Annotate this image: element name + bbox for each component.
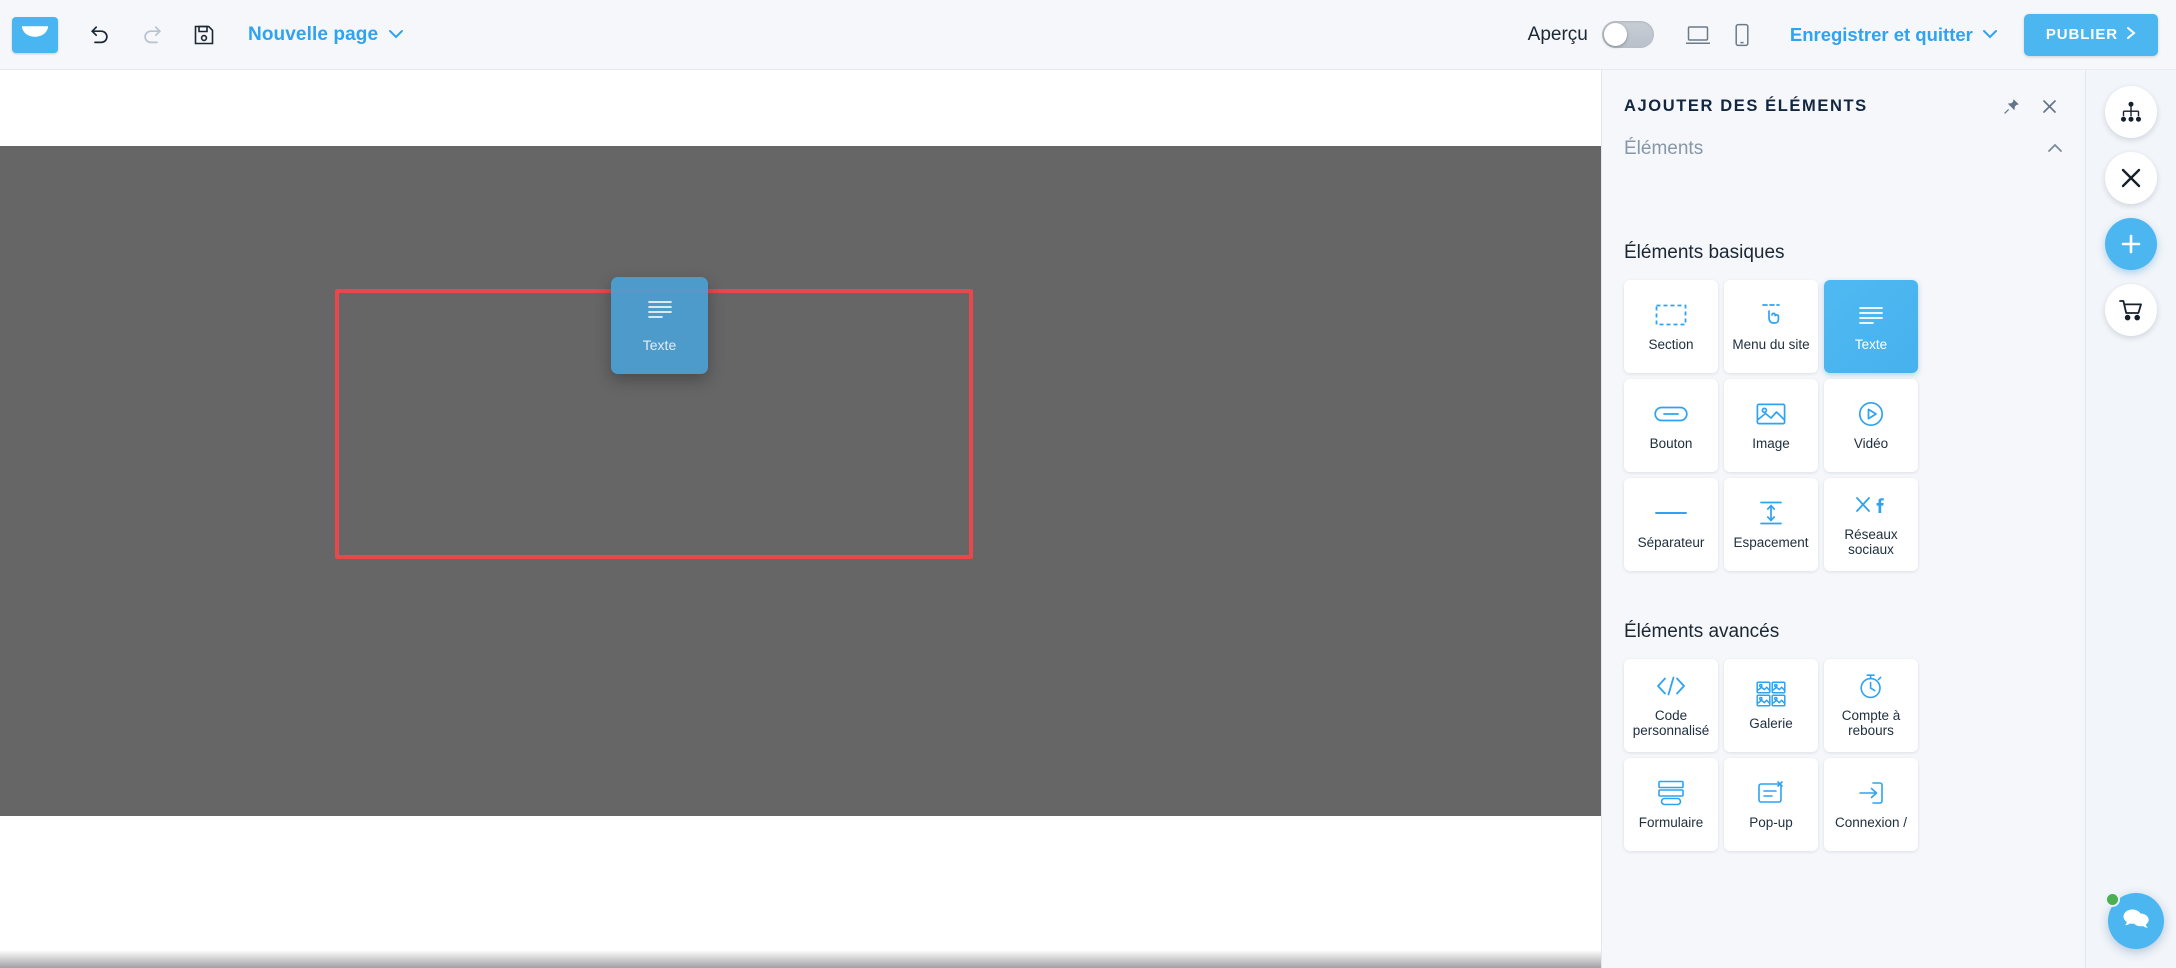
element-tile-connexion[interactable]: Connexion / [1824, 758, 1918, 851]
element-tile-section[interactable]: Section [1624, 280, 1718, 373]
element-tile-label: Formulaire [1638, 814, 1704, 830]
elements-grid-basic: Section Menu du site Texte Bouton Image … [1602, 264, 2085, 571]
chevron-up-icon [2047, 140, 2063, 158]
group-title-advanced: Éléments avancés [1624, 621, 1780, 642]
element-tile-label: Menu du site [1732, 336, 1810, 352]
stopwatch-icon [1857, 673, 1885, 699]
element-tile-label: Compte à rebours [1841, 708, 1901, 738]
panel-header: AJOUTER DES ÉLÉMENTS [1602, 70, 2085, 116]
panel-header-actions [2001, 96, 2063, 116]
floppy-save-icon[interactable] [180, 11, 228, 59]
panel-title: AJOUTER DES ÉLÉMENTS [1624, 96, 1868, 115]
cart-icon[interactable] [2105, 284, 2157, 336]
canvas-site-header [0, 70, 1601, 146]
element-tile-texte[interactable]: Texte [1824, 280, 1918, 373]
pin-icon[interactable] [2001, 96, 2021, 116]
dragged-text-element-ghost[interactable]: Texte [611, 277, 708, 374]
sitemap-icon[interactable] [2105, 86, 2157, 138]
preview-toggle[interactable] [1601, 21, 1654, 48]
text-lines-icon [646, 298, 674, 325]
elements-grid-advanced: Code personnalisé Galerie Compte à rebou… [1602, 643, 2085, 851]
element-tile-label: Espacement [1733, 534, 1809, 550]
element-tile-site-menu[interactable]: Menu du site [1724, 280, 1818, 373]
mobile-icon[interactable] [1720, 13, 1764, 57]
group-title-basic: Éléments basiques [1624, 242, 1785, 263]
canvas-white-band [0, 816, 1601, 966]
horizontal-line-icon [1654, 500, 1688, 526]
publish-label: PUBLIER [2045, 26, 2118, 43]
chat-bubbles-icon [2121, 906, 2151, 937]
mailchimp-envelope-logo[interactable] [12, 16, 58, 53]
top-toolbar: Nouvelle page Aperçu Enregistrer et quit… [0, 0, 2176, 70]
page-name-label: Nouvelle page [248, 23, 379, 45]
social-networks-icon [1854, 492, 1888, 518]
element-tile-label: Texte [1854, 336, 1888, 352]
chevron-down-icon [1982, 26, 1998, 44]
close-x-icon[interactable] [2105, 152, 2157, 204]
element-tile-label: Pop-up [1749, 814, 1793, 830]
close-icon[interactable] [2039, 96, 2059, 116]
redo-icon[interactable] [128, 11, 176, 59]
elements-accordion-header[interactable]: Éléments [1602, 116, 2085, 160]
form-icon [1656, 780, 1686, 806]
element-tile-label: Connexion / [1834, 814, 1908, 830]
element-tile-popup[interactable]: Pop-up [1724, 758, 1818, 851]
element-tile-galerie[interactable]: Galerie [1724, 659, 1818, 752]
popup-icon [1756, 780, 1786, 806]
element-tile-separateur[interactable]: Séparateur [1624, 478, 1718, 571]
chat-widget-button[interactable] [2105, 892, 2164, 949]
menu-pointer-icon [1756, 302, 1786, 328]
chevron-down-icon [388, 26, 404, 44]
element-tile-bouton[interactable]: Bouton [1624, 379, 1718, 472]
element-tile-label: Code personnalisé [1632, 708, 1710, 738]
preview-label: Aperçu [1527, 23, 1588, 45]
element-tile-label: Section [1648, 336, 1694, 352]
dashed-rectangle-icon [1655, 302, 1687, 328]
element-tile-label: Galerie [1749, 715, 1793, 731]
right-action-rail [2085, 70, 2176, 968]
element-tile-label: Vidéo [1853, 435, 1889, 451]
element-tile-label: Image [1752, 435, 1790, 451]
dragged-ghost-label: Texte [642, 337, 677, 353]
vertical-spacer-icon [1757, 500, 1785, 526]
element-tile-label: Bouton [1649, 435, 1693, 451]
element-tile-code-personnalise[interactable]: Code personnalisé [1624, 659, 1718, 752]
toggle-knob [1603, 23, 1627, 46]
element-tile-compte-a-rebours[interactable]: Compte à rebours [1824, 659, 1918, 752]
online-dot [2105, 892, 2120, 907]
play-circle-icon [1858, 401, 1884, 427]
code-brackets-icon [1655, 673, 1687, 699]
button-pill-icon [1654, 401, 1688, 427]
page-editor: Nouvelle page Aperçu Enregistrer et quit… [0, 0, 2176, 968]
login-arrow-icon [1857, 780, 1885, 806]
toolbar-left-group: Nouvelle page [0, 11, 404, 59]
element-tile-video[interactable]: Vidéo [1824, 379, 1918, 472]
element-tile-label: Séparateur [1637, 534, 1705, 550]
canvas-hero-section[interactable] [0, 146, 1601, 816]
element-tile-espacement[interactable]: Espacement [1724, 478, 1818, 571]
canvas-site-footer [0, 950, 1601, 968]
element-tile-image[interactable]: Image [1724, 379, 1818, 472]
panel-scroll-area[interactable]: Éléments basiques Section Menu du site T… [1602, 218, 2085, 968]
element-tile-reseaux-sociaux[interactable]: Réseaux sociaux [1824, 478, 1918, 571]
page-selector[interactable]: Nouvelle page [248, 24, 404, 46]
gallery-grid-icon [1756, 680, 1786, 707]
page-canvas[interactable]: Texte [0, 70, 1601, 968]
add-elements-panel: AJOUTER DES ÉLÉMENTS Éléments Éléments b… [1601, 70, 2085, 968]
save-and-exit-label: Enregistrer et quitter [1789, 23, 1973, 45]
chevron-right-icon [2126, 26, 2136, 44]
element-tile-label: Réseaux sociaux [1844, 527, 1898, 557]
undo-icon[interactable] [76, 11, 124, 59]
elements-accordion-label: Éléments [1624, 138, 1704, 159]
element-tile-formulaire[interactable]: Formulaire [1624, 758, 1718, 851]
save-and-exit-button[interactable]: Enregistrer et quitter [1790, 24, 1998, 46]
publish-button[interactable]: PUBLIER [2023, 13, 2158, 56]
plus-icon[interactable] [2105, 218, 2157, 270]
text-lines-icon [1857, 302, 1885, 328]
toolbar-right-group: Aperçu Enregistrer et quitter PUBLIER [1528, 13, 2176, 57]
image-icon [1756, 401, 1786, 427]
desktop-icon[interactable] [1676, 13, 1720, 57]
